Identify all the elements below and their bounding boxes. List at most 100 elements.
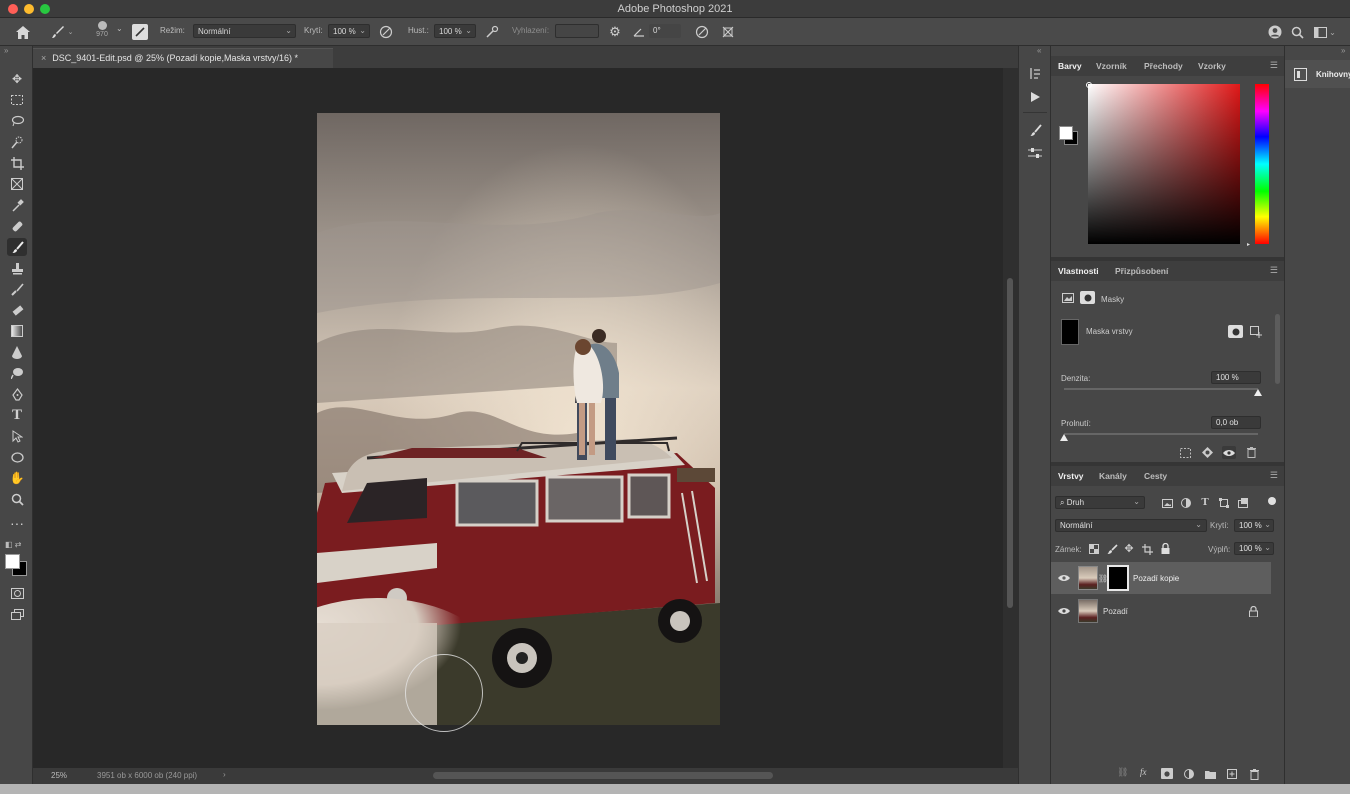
chevron-right-icon[interactable]: › (223, 770, 226, 779)
color-picker-marker[interactable] (1086, 82, 1092, 88)
lock-image-pixels-icon[interactable] (1106, 543, 1118, 555)
actions-play-icon[interactable] (1025, 88, 1045, 106)
new-group-folder-icon[interactable] (1204, 768, 1216, 780)
default-colors-icon[interactable]: ◧ ⇄ (5, 540, 21, 549)
layer-filter-select[interactable]: ⌕ Druh ⌄ (1055, 496, 1145, 509)
add-mask-icon[interactable] (1161, 768, 1173, 779)
layer-mask-icon[interactable] (1080, 291, 1095, 304)
select-mask-icon[interactable] (1228, 325, 1243, 338)
screen-mode-icon[interactable] (7, 605, 27, 623)
move-tool-icon[interactable]: ✥ (7, 70, 27, 88)
blur-tool-icon[interactable] (7, 343, 27, 361)
hand-tool-icon[interactable]: ✋ (7, 469, 27, 487)
vertical-scroll-thumb[interactable] (1007, 278, 1013, 608)
toggle-mask-eye-icon[interactable] (1222, 446, 1236, 459)
filter-pixel-layers-icon[interactable] (1161, 497, 1173, 509)
tab-cesty[interactable]: Cesty (1144, 471, 1167, 481)
layer-mask-thumbnail[interactable] (1107, 565, 1129, 591)
panel-menu-icon[interactable]: ☰ (1270, 265, 1278, 276)
feather-slider-track[interactable] (1064, 433, 1258, 435)
lock-position-icon[interactable]: ✥ (1123, 542, 1135, 555)
new-adjustment-layer-icon[interactable] (1183, 768, 1195, 780)
properties-scrollbar[interactable] (1275, 314, 1280, 384)
brush-size-picker[interactable]: 970 (92, 21, 112, 43)
close-tab-icon[interactable]: × (41, 53, 46, 63)
eye-visibility-icon[interactable] (1057, 605, 1071, 617)
user-account-icon[interactable] (1266, 23, 1284, 41)
brush-tool-icon[interactable] (7, 238, 27, 256)
airbrush-icon[interactable] (484, 24, 500, 40)
fx-layer-style-icon[interactable]: fx (1140, 767, 1147, 777)
delete-mask-trash-icon[interactable] (1244, 446, 1258, 459)
filter-toggle-switch[interactable] (1268, 497, 1276, 505)
density-slider-track[interactable] (1064, 388, 1258, 390)
apply-mask-icon[interactable] (1200, 446, 1214, 459)
quick-selection-tool-icon[interactable] (7, 133, 27, 151)
angle-field[interactable]: 0° (649, 24, 681, 38)
document-tab[interactable]: × DSC_9401-Edit.psd @ 25% (Pozadí kopie,M… (33, 48, 333, 68)
new-layer-icon[interactable] (1226, 768, 1238, 780)
adjustments-sliders-icon[interactable] (1025, 144, 1045, 162)
smoothing-field[interactable] (555, 24, 599, 38)
horizontal-scroll-thumb[interactable] (433, 772, 773, 779)
panel-menu-icon[interactable]: ☰ (1270, 470, 1278, 481)
symmetry-icon[interactable] (720, 24, 736, 40)
home-icon[interactable] (14, 23, 32, 41)
density-field[interactable]: 100 % (1211, 371, 1261, 384)
opacity-field[interactable]: 100 % ⌄ (328, 24, 370, 38)
color-field[interactable] (1088, 84, 1240, 244)
more-tools-icon[interactable]: ··· (7, 514, 27, 532)
workspace-switcher-icon[interactable]: ⌄ (1312, 23, 1338, 41)
filter-shape-layers-icon[interactable] (1218, 497, 1230, 509)
load-selection-icon[interactable] (1178, 446, 1192, 459)
brush-settings-panel-icon[interactable] (132, 24, 148, 40)
vertical-scrollbar[interactable] (1003, 68, 1018, 768)
blend-mode-select[interactable]: Normální ⌄ (1055, 519, 1207, 532)
eye-visibility-icon[interactable] (1057, 572, 1071, 584)
layer-row-pozadi[interactable]: Pozadí (1051, 595, 1271, 627)
density-slider-handle[interactable] (1254, 389, 1262, 396)
document-image[interactable] (317, 113, 720, 725)
tab-vrstvy[interactable]: Vrstvy (1058, 471, 1084, 481)
crop-tool-icon[interactable] (7, 154, 27, 172)
tab-vzorky[interactable]: Vzorky (1198, 61, 1226, 71)
quick-mask-icon[interactable] (7, 584, 27, 602)
pressure-opacity-icon[interactable] (378, 24, 394, 40)
filter-adjustment-layers-icon[interactable] (1180, 497, 1192, 509)
healing-brush-tool-icon[interactable] (7, 217, 27, 235)
filter-type-layers-icon[interactable]: T (1199, 496, 1211, 508)
frame-tool-icon[interactable] (7, 175, 27, 193)
tab-kanaly[interactable]: Kanály (1099, 471, 1127, 481)
feather-field[interactable]: 0,0 ob (1211, 416, 1261, 429)
dodge-tool-icon[interactable] (7, 364, 27, 382)
eyedropper-tool-icon[interactable] (7, 196, 27, 214)
tab-prechody[interactable]: Přechody (1144, 61, 1183, 71)
pixel-mask-icon[interactable] (1062, 292, 1074, 303)
link-layers-icon[interactable]: ⛓ (1117, 767, 1128, 778)
search-icon[interactable] (1288, 23, 1306, 41)
type-tool-icon[interactable]: T (7, 406, 27, 424)
lock-all-icon[interactable] (1159, 542, 1171, 554)
lasso-tool-icon[interactable] (7, 112, 27, 130)
clone-stamp-tool-icon[interactable] (7, 259, 27, 277)
tab-prizpusobeni[interactable]: Přizpůsobení (1115, 266, 1168, 276)
flow-field[interactable]: 100 % ⌄ (434, 24, 476, 38)
eraser-tool-icon[interactable] (7, 301, 27, 319)
filter-smart-objects-icon[interactable] (1237, 497, 1249, 509)
ellipse-tool-icon[interactable] (7, 448, 27, 466)
expand-dock-icon[interactable]: « (1037, 46, 1041, 55)
pressure-size-icon[interactable] (694, 24, 710, 40)
layer-row-pozadi-kopie[interactable]: ⛓ Pozadí kopie (1051, 562, 1271, 594)
marquee-tool-icon[interactable] (7, 91, 27, 109)
history-panel-icon[interactable] (1025, 64, 1045, 82)
vector-mask-add-icon[interactable] (1249, 325, 1263, 338)
chain-link-icon[interactable]: ⛓ (1098, 573, 1108, 583)
fill-field[interactable]: 100 % ⌄ (1234, 542, 1274, 555)
feather-slider-handle[interactable] (1060, 434, 1068, 441)
foreground-color-chip[interactable] (1059, 126, 1073, 140)
zoom-level[interactable]: 25% (51, 771, 67, 780)
layer-opacity-field[interactable]: 100 % ⌄ (1234, 519, 1274, 532)
collapse-dock-icon[interactable]: » (1341, 46, 1345, 55)
mode-select[interactable]: Normální ⌄ (193, 24, 296, 38)
pen-tool-icon[interactable] (7, 385, 27, 403)
